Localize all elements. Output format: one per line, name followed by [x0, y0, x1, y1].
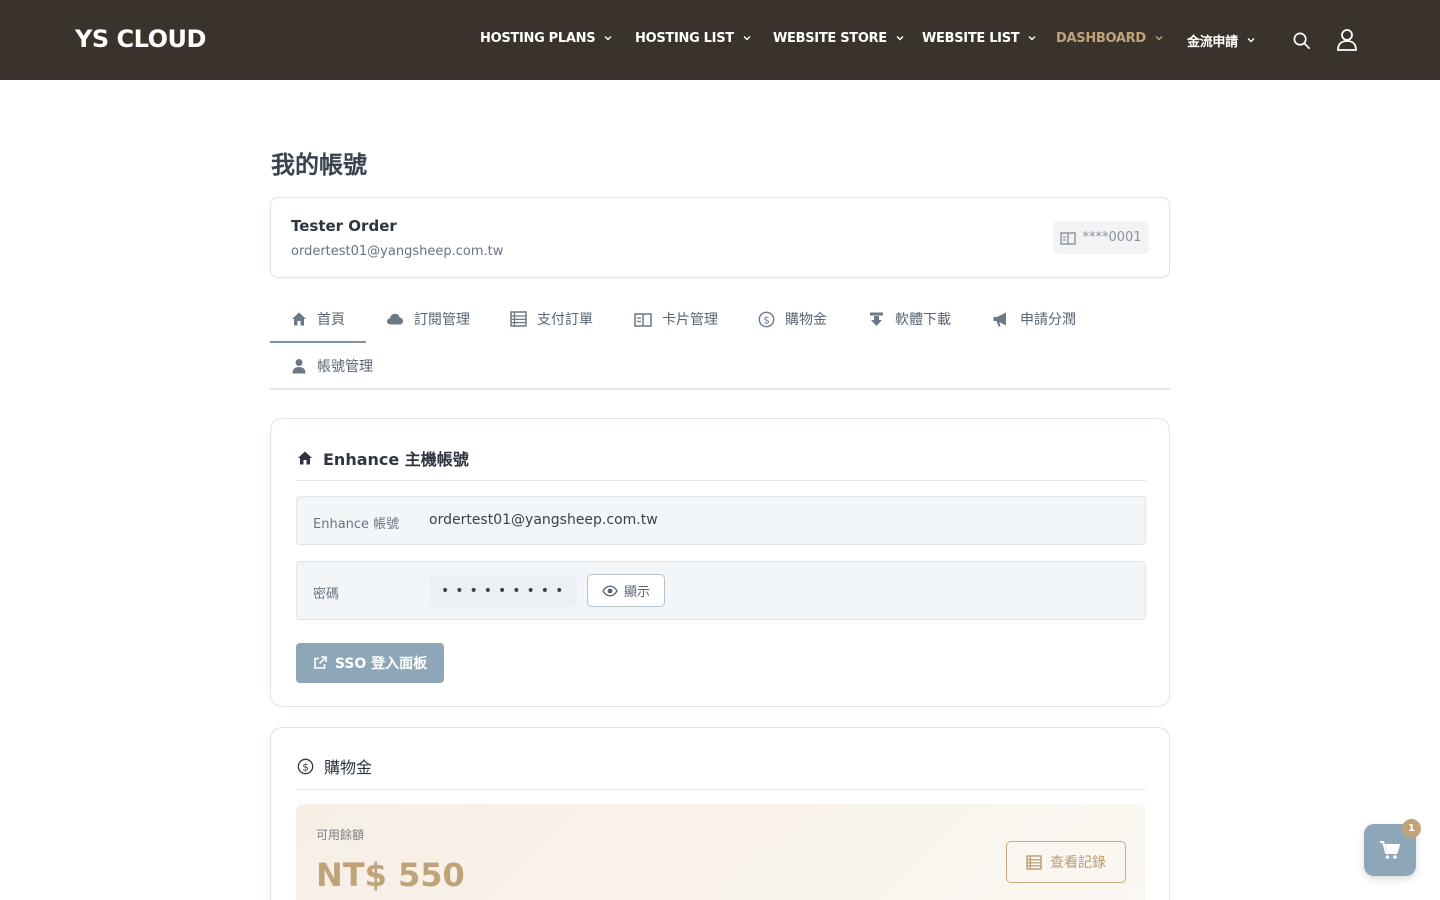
- external-link-icon: [314, 656, 327, 669]
- chevron-down-icon: [1028, 35, 1036, 40]
- home-icon: [298, 451, 312, 465]
- tab-label: 卡片管理: [662, 312, 718, 328]
- tab-subscriptions[interactable]: 訂閱管理: [386, 309, 470, 329]
- tab-cards[interactable]: 卡片管理: [634, 309, 718, 329]
- profile-card: Tester Order ordertest01@yangsheep.com.t…: [270, 197, 1170, 278]
- tab-label: 帳號管理: [317, 359, 373, 375]
- credit-panel: $ 購物金 可用餘額 NT$ 550 查看記錄: [270, 727, 1170, 900]
- nav-label: 金流申請: [1187, 35, 1238, 50]
- tab-label: 首頁: [317, 312, 345, 328]
- tabs-divider: [270, 388, 1170, 390]
- home-icon: [292, 312, 306, 326]
- active-tab-indicator: [270, 341, 366, 343]
- top-navbar: YS CLOUD HOSTING PLANS HOSTING LIST WEBS…: [0, 0, 1440, 80]
- field-label: 密碼: [313, 587, 340, 602]
- credit-balance-box: 可用餘額 NT$ 550 查看記錄: [296, 804, 1146, 900]
- show-password-label: 顯示: [623, 585, 650, 600]
- tab-downloads[interactable]: 軟體下載: [868, 309, 951, 329]
- enhance-account-panel: Enhance 主機帳號 Enhance 帳號 ordertest01@yang…: [270, 418, 1170, 707]
- nav-label: HOSTING LIST: [635, 31, 734, 46]
- credit-balance-label: 可用餘額: [316, 828, 365, 842]
- panel-divider: [296, 789, 1146, 790]
- sso-login-button[interactable]: SSO 登入面板: [296, 643, 444, 683]
- enhance-account-row: Enhance 帳號 ordertest01@yangsheep.com.tw: [296, 496, 1146, 545]
- list-icon: [510, 311, 527, 327]
- tab-home[interactable]: 首頁: [291, 309, 345, 329]
- tab-label: 訂閱管理: [414, 312, 470, 328]
- dollar-icon: $: [297, 758, 314, 774]
- panel-title-text: Enhance 主機帳號: [323, 450, 469, 469]
- nav-label: HOSTING PLANS: [480, 31, 596, 46]
- tab-label: 軟體下載: [895, 312, 951, 328]
- tab-label: 申請分潤: [1020, 312, 1076, 328]
- view-history-button[interactable]: 查看記錄: [1006, 841, 1126, 883]
- nav-dashboard[interactable]: DASHBOARD: [1056, 31, 1164, 46]
- nav-hosting-plans[interactable]: HOSTING PLANS: [480, 31, 613, 46]
- cloud-icon: [387, 313, 403, 325]
- tab-label: 支付訂單: [537, 312, 593, 328]
- panel-divider: [296, 480, 1146, 481]
- nav-website-list[interactable]: WEBSITE LIST: [922, 31, 1037, 46]
- enhance-account-value: ordertest01@yangsheep.com.tw: [429, 512, 658, 528]
- tab-account[interactable]: 帳號管理: [291, 356, 373, 376]
- view-history-label: 查看記錄: [1050, 855, 1106, 871]
- credit-balance-amount: NT$ 550: [316, 856, 465, 894]
- nav-website-store[interactable]: WEBSITE STORE: [773, 31, 905, 46]
- profile-name: Tester Order: [291, 217, 397, 235]
- card-masked-number: ****0001: [1082, 230, 1142, 245]
- panel-title-text: 購物金: [324, 758, 373, 777]
- card-icon: [634, 312, 652, 327]
- search-icon[interactable]: [1292, 31, 1311, 50]
- chevron-down-icon: [1247, 37, 1255, 42]
- panel-title: Enhance 主機帳號: [297, 446, 469, 470]
- tab-credit[interactable]: $ 購物金: [758, 309, 827, 329]
- chevron-down-icon: [1155, 35, 1163, 40]
- list-icon: [1026, 854, 1042, 870]
- user-icon[interactable]: [1336, 28, 1358, 52]
- chevron-down-icon: [896, 35, 904, 40]
- chevron-down-icon: [743, 35, 751, 40]
- card-icon: [1060, 231, 1077, 245]
- dollar-icon: $: [758, 311, 775, 327]
- password-masked: •••••••••: [429, 575, 577, 607]
- eye-icon: [602, 585, 618, 596]
- show-password-button[interactable]: 顯示: [587, 574, 665, 607]
- sso-login-label: SSO 登入面板: [334, 656, 428, 672]
- tab-label: 購物金: [785, 312, 827, 328]
- cart-count-badge: 1: [1402, 819, 1421, 838]
- profile-email: ordertest01@yangsheep.com.tw: [291, 244, 504, 259]
- chevron-down-icon: [604, 35, 612, 40]
- nav-label: WEBSITE LIST: [922, 31, 1020, 46]
- cart-icon: [1380, 841, 1400, 859]
- user-icon: [292, 359, 306, 374]
- site-logo[interactable]: YS CLOUD: [75, 25, 206, 53]
- svg-text:$: $: [763, 315, 769, 326]
- tab-orders[interactable]: 支付訂單: [510, 309, 593, 329]
- nav-label: WEBSITE STORE: [773, 31, 887, 46]
- card-badge: ****0001: [1053, 221, 1149, 254]
- panel-title: $ 購物金: [297, 754, 372, 778]
- download-icon: [870, 312, 883, 326]
- field-label: Enhance 帳號: [313, 517, 400, 532]
- page-title: 我的帳號: [271, 151, 367, 179]
- svg-text:$: $: [302, 762, 308, 773]
- megaphone-icon: [993, 312, 1006, 326]
- nav-label: DASHBOARD: [1056, 31, 1146, 46]
- tab-affiliate[interactable]: 申請分潤: [992, 309, 1076, 329]
- password-row: 密碼 ••••••••• 顯示: [296, 561, 1146, 620]
- nav-hosting-list[interactable]: HOSTING LIST: [635, 31, 752, 46]
- nav-payment-apply[interactable]: 金流申請: [1187, 31, 1256, 50]
